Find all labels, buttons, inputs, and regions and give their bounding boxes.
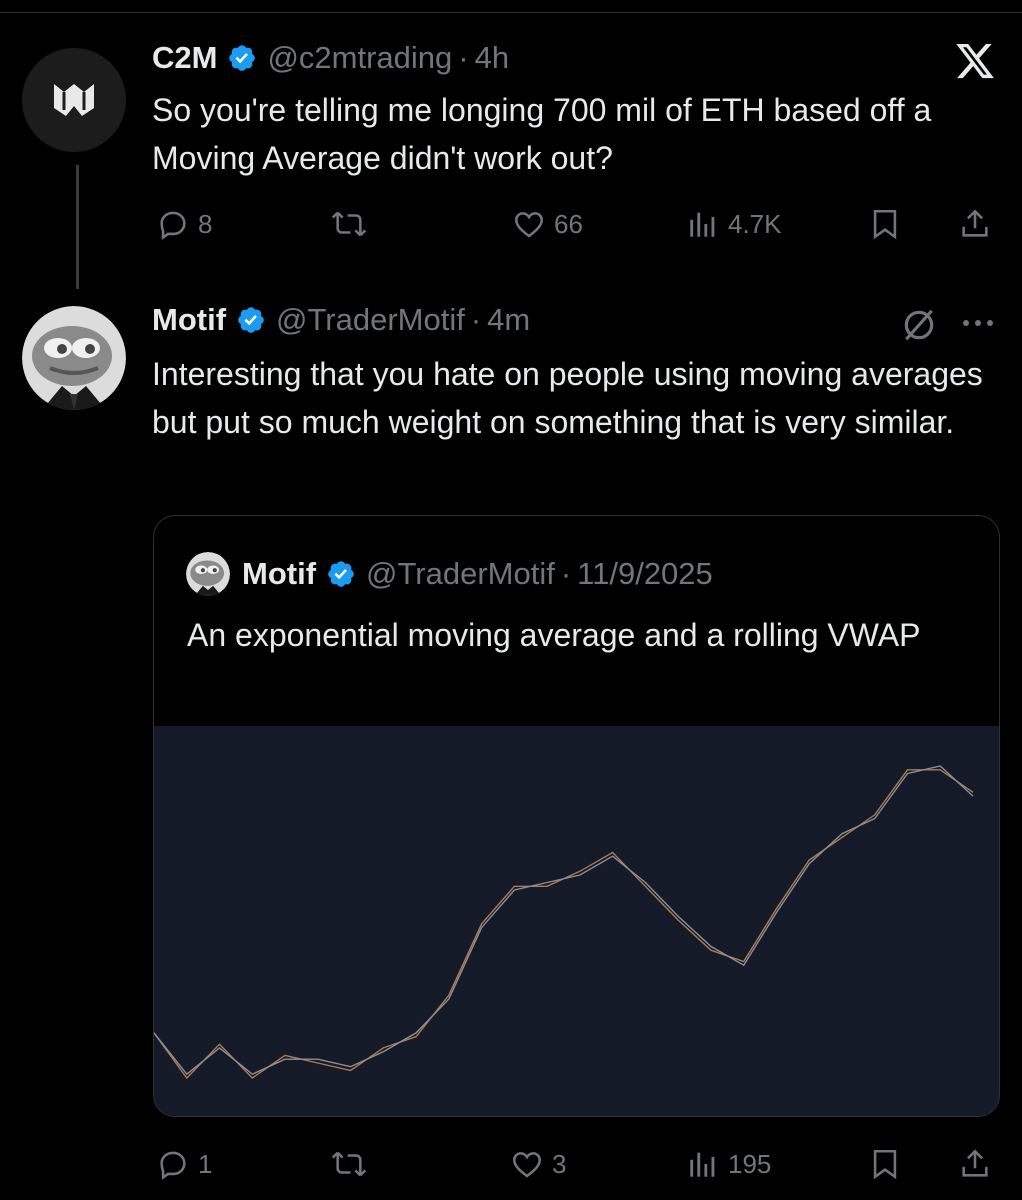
reply-icon [160,1151,186,1180]
quote-author-name: Motif [242,556,317,591]
separator-dot: · [458,40,469,75]
tweet-motif[interactable]: Motif @TraderMotif · 4m Interesting that… [0,290,1022,1200]
tweet-text: Interesting that you hate on people usin… [152,356,983,440]
action-bar: 8 66 4.7K [152,202,1002,246]
verified-badge-icon [326,559,356,589]
like-button[interactable]: 3 [510,1142,566,1186]
tweet-header: Motif @TraderMotif · 4m [152,302,530,338]
thread-view: C2M @c2mtrading · 4h So you're telling m… [0,0,1022,1200]
share-icon [962,209,988,237]
reply-count: 8 [198,208,213,239]
c2m-logo-icon [22,48,126,152]
bookmark-icon [873,209,897,240]
author-handle[interactable]: @c2mtrading [267,40,452,76]
avatar-motif[interactable] [22,306,126,410]
retweet-button[interactable] [328,1142,370,1186]
bookmark-icon [873,1149,897,1180]
views-button[interactable]: 195 [686,1142,771,1186]
action-bar: 1 3 195 [152,1142,1002,1186]
more-icon[interactable] [958,308,998,338]
reply-count: 1 [198,1148,213,1179]
share-icon [962,1149,988,1177]
x-logo-icon[interactable] [952,40,998,82]
reply-icon [160,211,186,240]
tweet-c2m[interactable]: C2M @c2mtrading · 4h So you're telling m… [0,0,1022,290]
quote-avatar [186,552,230,596]
retweet-icon [331,1151,367,1177]
quote-text: An exponential moving average and a roll… [187,617,921,653]
like-icon [512,1152,542,1178]
chart-series-line-2 [154,765,974,1076]
bookmark-button[interactable] [868,202,902,246]
verified-badge-icon [227,43,257,73]
separator-dot: · [560,556,572,591]
like-count: 66 [554,208,583,239]
quote-tweet-card[interactable]: Motif @TraderMotif · 11/9/2025 An expone… [153,515,1000,1117]
quote-author-handle: @TraderMotif [366,556,555,591]
tweet-header: C2M @c2mtrading · 4h [152,40,509,76]
separator-dot: · [470,302,482,337]
reply-button[interactable]: 1 [156,1142,212,1186]
quote-date: 11/9/2025 [577,556,713,591]
views-icon [690,1152,715,1177]
views-count: 195 [728,1148,772,1179]
chart-image[interactable] [154,726,999,1116]
grok-icon[interactable] [900,306,938,344]
author-name[interactable]: C2M [152,40,217,76]
views-icon [690,212,715,237]
tweet-text: So you're telling me longing 700 mil of … [152,92,932,176]
views-count: 4.7K [728,208,782,239]
like-icon [514,212,544,238]
author-handle[interactable]: @TraderMotif [276,302,465,338]
share-button[interactable] [958,1142,992,1186]
chart-series-line-1 [154,769,974,1080]
retweet-icon [331,211,367,237]
pepe-avatar-icon [22,306,126,410]
post-time[interactable]: 4m [487,302,530,338]
avatar-c2m[interactable] [22,48,126,152]
verified-badge-icon [236,305,266,335]
like-count: 3 [552,1148,567,1179]
like-button[interactable]: 66 [512,202,583,246]
line-chart [154,765,974,1080]
pepe-avatar-icon [186,552,230,596]
retweet-button[interactable] [328,202,370,246]
reply-button[interactable]: 8 [156,202,212,246]
post-time[interactable]: 4h [475,40,509,76]
views-button[interactable]: 4.7K [686,202,782,246]
quote-header: Motif @TraderMotif · 11/9/2025 [186,552,713,596]
author-name[interactable]: Motif [152,302,226,338]
thread-connector [76,165,79,289]
share-button[interactable] [958,202,992,246]
bookmark-button[interactable] [868,1142,902,1186]
